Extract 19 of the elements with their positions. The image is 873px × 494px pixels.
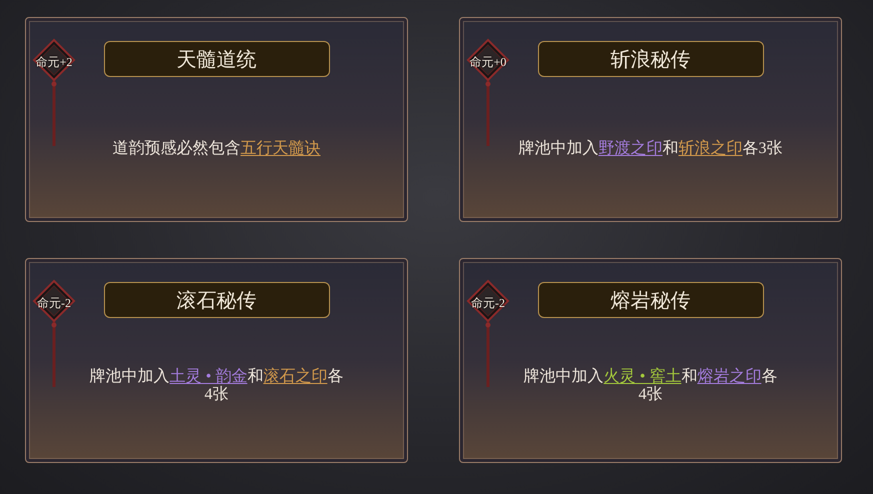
badge-label: 命元-2 — [36, 295, 72, 312]
card-description: 牌池中加入野渡之印和斩浪之印各3张 — [518, 140, 782, 158]
badge-label: 命元+2 — [34, 54, 74, 71]
card-title: 熔岩秘传 — [538, 282, 764, 318]
card-link[interactable]: 滚石之印 — [263, 368, 328, 385]
card-description: 道韵预感必然包含五行天髓诀 — [112, 140, 320, 158]
card-title: 天髓道统 — [104, 41, 330, 77]
card-link[interactable]: 斩浪之印 — [678, 140, 742, 157]
card-link[interactable]: 火灵 • 窖土 — [604, 368, 682, 385]
badge-label: 命元+0 — [468, 54, 508, 71]
card-description: 牌池中加入火灵 • 窖土和熔岩之印各 4张 — [524, 368, 778, 404]
card-description: 牌池中加入土灵 • 韵金和滚石之印各 4张 — [90, 368, 344, 404]
card-link[interactable]: 土灵 • 韵金 — [170, 368, 248, 385]
card-link[interactable]: 熔岩之印 — [697, 368, 762, 385]
badge-label: 命元-2 — [470, 295, 506, 312]
card-link[interactable]: 野渡之印 — [598, 140, 662, 157]
card-title: 滚石秘传 — [104, 282, 330, 318]
card-link[interactable]: 五行天髓诀 — [240, 140, 320, 157]
card-title: 斩浪秘传 — [538, 41, 764, 77]
